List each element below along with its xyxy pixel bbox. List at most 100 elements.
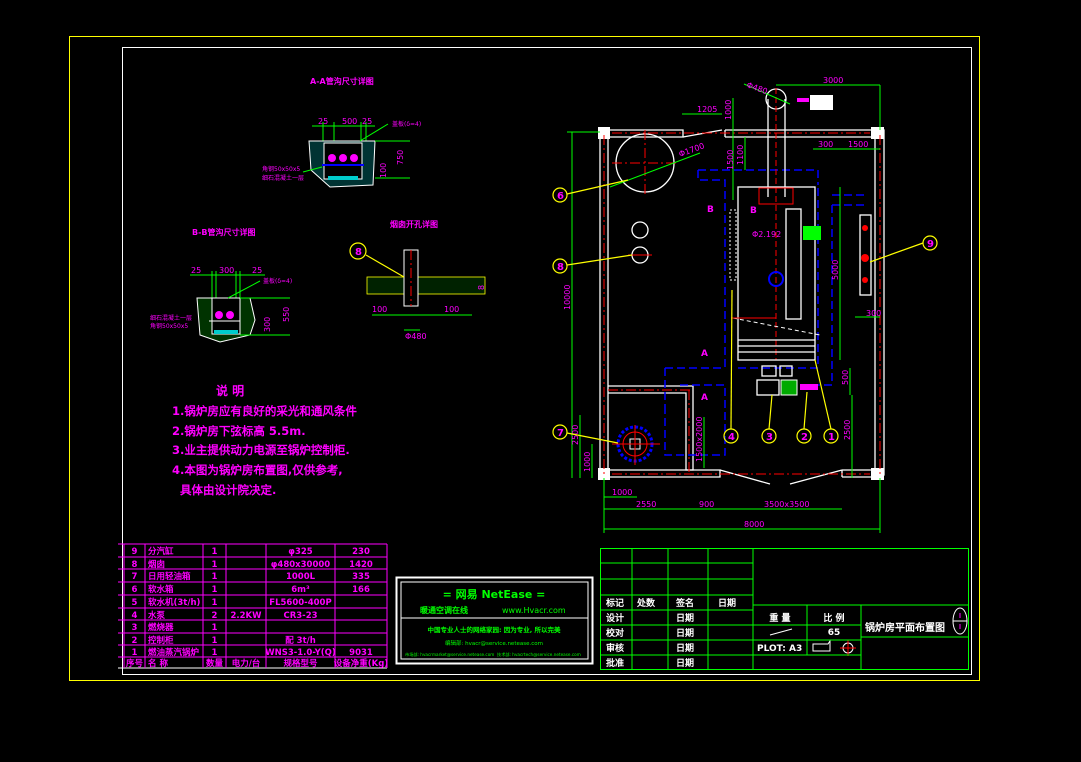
table-header: 数量 xyxy=(206,658,224,669)
table-cell: 1 xyxy=(212,572,218,582)
table-cell: 1 xyxy=(212,560,218,570)
dim: 3000 xyxy=(823,76,843,85)
notes: 说 明 1.锅炉房应有良好的采光和通风条件 2.锅炉房下弦标高 5.5m. 3.… xyxy=(172,383,357,497)
role-label: 审核 xyxy=(606,642,624,654)
section-mark: B xyxy=(707,205,714,215)
table-cell: 1420 xyxy=(349,560,373,570)
table-header: 名 称 xyxy=(148,658,168,669)
table-cell: 燃油蒸汽锅炉 xyxy=(148,647,200,658)
bubble-label: 6 xyxy=(557,191,564,202)
table-cell: 1 xyxy=(212,636,218,646)
table-header: 电力/台 xyxy=(232,658,261,669)
note-item: 1.锅炉房应有良好的采光和通风条件 xyxy=(172,404,357,418)
dim: 5000 xyxy=(831,260,840,280)
cover-note: 盖板(δ=4) xyxy=(392,120,421,128)
notes-title: 说 明 xyxy=(216,383,244,398)
bubble-label: 9 xyxy=(927,239,934,250)
boiler-room-plan: 1205 1000 3000 Φ480 Φ1700 1100 1500 300 … xyxy=(552,76,938,533)
aa-title: A-A管沟尺寸详图 xyxy=(310,76,374,86)
table-cell: 2.2KW xyxy=(230,611,262,621)
table-cell: 1 xyxy=(212,623,218,633)
dim: Φ480 xyxy=(405,332,427,341)
note: 角钢50x50x5 xyxy=(150,322,188,330)
rev-header: 处数 xyxy=(636,597,656,609)
weight-label: 重 量 xyxy=(769,612,790,624)
dim: Φ480 xyxy=(745,80,768,96)
drawing-title: 锅炉房平面布置图 xyxy=(865,621,945,634)
dim: 25 xyxy=(318,117,328,126)
chimney-opening-detail: 烟囱开孔详图 8 100 100 Φ480 8 xyxy=(349,219,486,341)
dim: 1500x2000 xyxy=(695,417,704,462)
table-cell: 2 xyxy=(212,611,218,621)
table-cell: 230 xyxy=(352,547,370,557)
dim: 3500x3500 xyxy=(764,500,809,509)
date-label: 日期 xyxy=(676,612,694,624)
table-cell: φ480x30000 xyxy=(271,560,331,570)
section-mark: A xyxy=(701,349,708,359)
table-cell: 9 xyxy=(132,547,138,557)
table-cell: 分汽缸 xyxy=(148,546,174,557)
table-cell: 燃烧器 xyxy=(148,622,174,633)
date-label: 日期 xyxy=(676,657,694,669)
table-cell: 4 xyxy=(132,611,138,621)
dim: 750 xyxy=(396,150,405,165)
role-label: 设计 xyxy=(606,612,624,624)
dim: 300 xyxy=(219,266,234,275)
dim: 1000 xyxy=(612,488,632,497)
note-item: 具体由设计院决定. xyxy=(172,483,276,497)
table-cell: 5 xyxy=(132,598,138,608)
table-cell: 水泵 xyxy=(147,610,166,621)
dim: 2500 xyxy=(843,420,852,440)
table-cell: 1 xyxy=(212,547,218,557)
aa-trench-detail: A-A管沟尺寸详图 25 500 25 盖板(δ=4) 750 100 角钢50… xyxy=(262,76,421,188)
netease-email: 编辑部: hvacr@service.netease.com xyxy=(445,639,543,647)
table-cell: 6m³ xyxy=(291,585,310,595)
rev-header: 签名 xyxy=(675,597,694,609)
table-cell: 1 xyxy=(212,648,218,658)
dim: 1100 xyxy=(736,145,745,165)
inner-frame xyxy=(122,47,972,675)
dim: 100 xyxy=(372,305,387,314)
bubble-label: 7 xyxy=(557,428,564,439)
dim: Φ2.192 xyxy=(752,230,781,239)
table-cell: 2 xyxy=(132,636,138,646)
bubble-label: 4 xyxy=(728,432,735,443)
netease-url: www.Hvacr.com xyxy=(502,606,566,615)
bubble-8: 8 xyxy=(552,254,633,274)
dim: 25 xyxy=(191,266,201,275)
dim: 25 xyxy=(362,117,372,126)
dim: 1205 xyxy=(697,105,717,114)
chimney-title: 烟囱开孔详图 xyxy=(390,219,438,229)
dim: 100 xyxy=(379,163,388,178)
cad-drawing: A-A管沟尺寸详图 25 500 25 盖板(δ=4) 750 100 角钢50… xyxy=(69,36,980,681)
dim: 300 xyxy=(866,309,881,318)
note-item: 3.业主提供动力电源至锅炉控制柜. xyxy=(172,443,350,457)
bubble-label: 8 xyxy=(355,247,362,258)
scale-label: 比 例 xyxy=(823,612,844,624)
table-cell: 日用轻油箱 xyxy=(148,571,191,582)
bubble-1: 1 xyxy=(814,359,839,444)
dim: 300 xyxy=(263,317,272,332)
dim: 300 xyxy=(818,140,833,149)
bubble-6: 6 xyxy=(552,179,629,203)
table-cell: 3 xyxy=(132,623,138,633)
scale-value: 65 xyxy=(828,628,841,638)
dim: 1000 xyxy=(724,100,733,120)
role-label: 批准 xyxy=(606,657,624,669)
table-cell: 6 xyxy=(132,585,138,595)
title-block: 重 量 比 例 65 PLOT: A3 锅炉房平面布置图 标记 处数 签名 日期设计日… xyxy=(600,548,969,670)
section-mark: B xyxy=(750,206,757,216)
table-cell: φ325 xyxy=(288,547,312,557)
table-header: 设备净重(Kg) xyxy=(334,658,389,669)
plot-size: PLOT: A3 xyxy=(757,644,802,654)
bb-title: B-B管沟尺寸详图 xyxy=(192,227,256,237)
table-cell: 1000L xyxy=(286,572,316,582)
bubble-3: 3 xyxy=(761,394,777,444)
bubble-label: 2 xyxy=(801,432,808,443)
date-label: 日期 xyxy=(676,642,694,654)
note: 细石混凝土一层 xyxy=(150,314,192,322)
note: 细石混凝土一层 xyxy=(262,174,304,182)
table-cell: 烟囱 xyxy=(148,559,165,570)
dim: 2550 xyxy=(636,500,656,509)
bb-trench-detail: B-B管沟尺寸详图 25 300 25 盖板(δ=4) 550 300 细石混凝… xyxy=(150,227,292,343)
